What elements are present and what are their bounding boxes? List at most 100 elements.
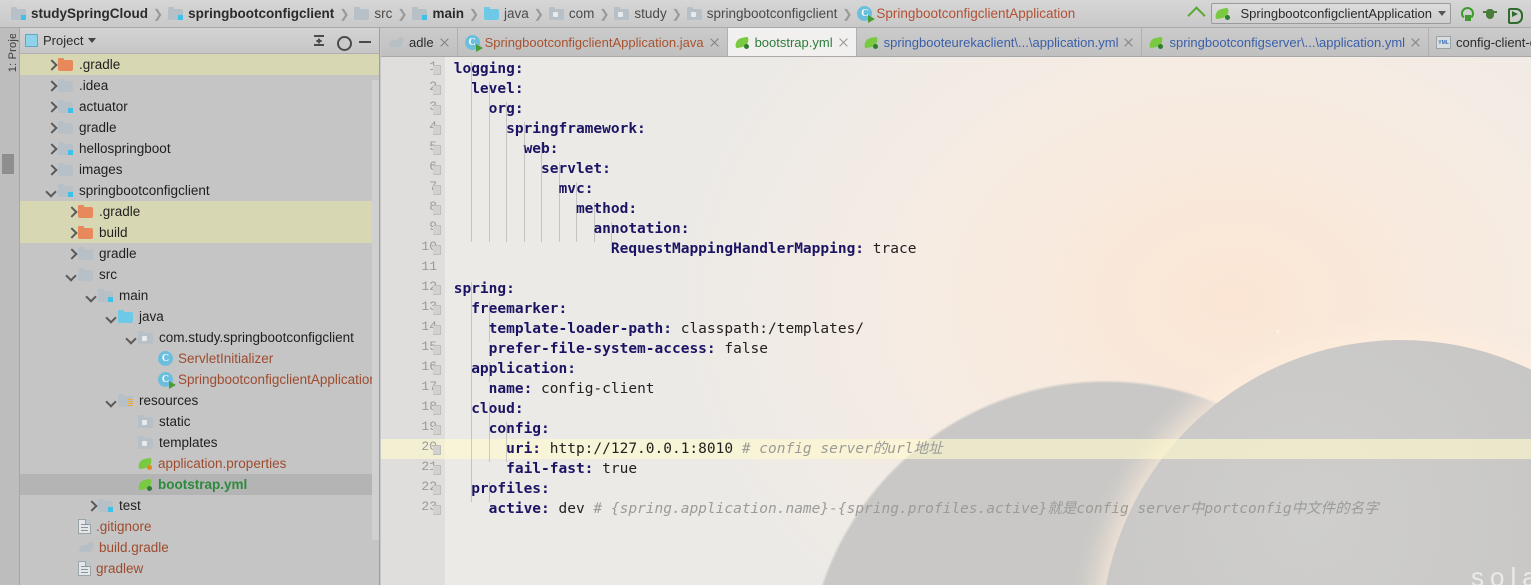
fold-marker[interactable]	[433, 305, 441, 315]
chevron-right-icon[interactable]	[64, 247, 78, 261]
tree-item[interactable]: com.study.springbootconfigclient	[20, 327, 379, 348]
breadcrumb-item-springbootconfigclient[interactable]: springbootconfigclient	[165, 3, 337, 25]
chevron-right-icon[interactable]	[64, 205, 78, 219]
fold-marker[interactable]	[433, 125, 441, 135]
breadcrumb-item-springbootconfigclient[interactable]: springbootconfigclient	[684, 3, 841, 25]
fold-marker[interactable]	[433, 245, 441, 255]
tree-item[interactable]: templates	[20, 432, 379, 453]
tree-item[interactable]: hellospringboot	[20, 138, 379, 159]
fold-marker[interactable]	[433, 405, 441, 415]
fold-marker[interactable]	[433, 325, 441, 335]
chevron-down-icon[interactable]	[104, 310, 118, 324]
fold-marker[interactable]	[433, 165, 441, 175]
fold-marker[interactable]	[433, 105, 441, 115]
fold-marker[interactable]	[433, 505, 441, 515]
tree-item[interactable]: java	[20, 306, 379, 327]
fold-marker[interactable]	[433, 225, 441, 235]
breadcrumb-item-src[interactable]: src	[351, 3, 395, 25]
tree-item[interactable]: test	[20, 495, 379, 516]
code-content[interactable]: logging: level: org: springframework: we…	[445, 57, 1531, 585]
tree-item[interactable]: src	[20, 264, 379, 285]
gear-icon[interactable]	[333, 32, 352, 51]
chevron-down-icon[interactable]	[1438, 11, 1446, 16]
project-tree[interactable]: .gradle .idea actuator gradle hellospringboo…	[20, 54, 379, 585]
breadcrumb-item-java[interactable]: java	[481, 3, 532, 25]
chevron-right-icon[interactable]	[44, 100, 58, 114]
run-with-coverage-button[interactable]	[1505, 5, 1523, 24]
fold-marker[interactable]	[433, 145, 441, 155]
fold-marker[interactable]	[433, 205, 441, 215]
fold-marker[interactable]	[433, 185, 441, 195]
tree-item[interactable]: .gitignore	[20, 516, 379, 537]
chevron-right-icon[interactable]	[44, 121, 58, 135]
chevron-right-icon[interactable]	[64, 226, 78, 240]
debug-button[interactable]	[1481, 5, 1499, 23]
collapse-all-icon[interactable]	[310, 32, 328, 50]
editor-tab-bootstrap-yml[interactable]: bootstrap.yml	[727, 28, 857, 56]
code-editor[interactable]: solar aura 12345678910111213141516171819…	[381, 57, 1531, 585]
tree-item[interactable]: .gradle	[20, 201, 379, 222]
project-tree-scrollbar[interactable]	[372, 80, 379, 540]
breadcrumb-item-main[interactable]: main	[409, 3, 467, 25]
chevron-right-icon[interactable]	[44, 142, 58, 156]
tree-item[interactable]: springbootconfigclient	[20, 180, 379, 201]
breadcrumb-item-springbootconfigclientapplication[interactable]: SpringbootconfigclientApplication	[854, 3, 1078, 25]
chevron-down-icon[interactable]	[84, 289, 98, 303]
fold-marker[interactable]	[433, 445, 441, 455]
tree-item[interactable]: build.gradle	[20, 537, 379, 558]
tree-item[interactable]: ServletInitializer	[20, 348, 379, 369]
fold-marker[interactable]	[433, 465, 441, 475]
fold-marker[interactable]	[433, 385, 441, 395]
tree-item[interactable]: gradle	[20, 243, 379, 264]
run-configuration-selector[interactable]: SpringbootconfigclientApplication	[1211, 3, 1451, 24]
close-icon[interactable]	[1123, 37, 1134, 48]
editor-tab-springbootconfigclientapplication-java[interactable]: SpringbootconfigclientApplication.java	[457, 28, 728, 56]
close-icon[interactable]	[439, 37, 450, 48]
tree-item[interactable]: main	[20, 285, 379, 306]
chevron-down-icon[interactable]	[64, 268, 78, 282]
breadcrumb-item-com[interactable]: com	[546, 3, 598, 25]
tree-item[interactable]: gradle	[20, 117, 379, 138]
fold-marker[interactable]	[433, 485, 441, 495]
fold-marker[interactable]	[433, 285, 441, 295]
fold-marker[interactable]	[433, 365, 441, 375]
project-tool-tab[interactable]: 1: Project	[0, 34, 20, 104]
minimize-icon[interactable]	[356, 32, 374, 50]
fold-marker[interactable]	[433, 65, 441, 75]
tree-item[interactable]: SpringbootconfigclientApplication	[20, 369, 379, 390]
fold-marker[interactable]	[433, 85, 441, 95]
close-icon[interactable]	[1410, 37, 1421, 48]
editor-tab-springbootconfigserver-application-yml[interactable]: springbootconfigserver\...\application.y…	[1142, 28, 1430, 56]
editor-tab-springbooteurekaclient-application-yml[interactable]: springbooteurekaclient\...\application.y…	[856, 28, 1143, 56]
breadcrumb-item-study[interactable]: study	[611, 3, 669, 25]
close-icon[interactable]	[709, 37, 720, 48]
run-button[interactable]	[1457, 5, 1475, 23]
tree-item[interactable]: images	[20, 159, 379, 180]
chevron-right-icon[interactable]	[84, 499, 98, 513]
chevron-down-icon[interactable]	[44, 184, 58, 198]
fold-marker[interactable]	[433, 425, 441, 435]
chevron-down-icon[interactable]	[104, 394, 118, 408]
editor-tab-config-client-dev[interactable]: config-client-dev	[1429, 28, 1531, 56]
editor-tab-adle[interactable]: adle	[381, 28, 458, 56]
fold-marker[interactable]	[433, 345, 441, 355]
breadcrumb-item-studyspringcloud[interactable]: studySpringCloud	[8, 3, 151, 25]
tree-item[interactable]: build	[20, 222, 379, 243]
tree-item[interactable]: resources	[20, 390, 379, 411]
tool-bar-thumb[interactable]	[2, 154, 14, 174]
tree-item[interactable]: .idea	[20, 75, 379, 96]
chevron-down-icon[interactable]	[88, 38, 97, 43]
chevron-right-icon[interactable]	[44, 58, 58, 72]
tree-item[interactable]: .gradle	[20, 54, 379, 75]
editor-gutter[interactable]: 1 2 3 4 5 6 7 8 9 10 11 12 13 14 15 16 17 18 19 20 21 22 23	[381, 57, 445, 585]
tree-item[interactable]: application.properties	[20, 453, 379, 474]
tree-item[interactable]: static	[20, 411, 379, 432]
close-icon[interactable]	[838, 37, 849, 48]
chevron-right-icon[interactable]	[44, 79, 58, 93]
tree-item[interactable]: bootstrap.yml	[20, 474, 379, 495]
tree-item[interactable]: gradlew	[20, 558, 379, 579]
chevron-right-icon[interactable]	[44, 163, 58, 177]
chevron-down-icon[interactable]	[124, 331, 138, 345]
tree-item[interactable]: actuator	[20, 96, 379, 117]
back-arrow-icon[interactable]	[1187, 5, 1205, 23]
